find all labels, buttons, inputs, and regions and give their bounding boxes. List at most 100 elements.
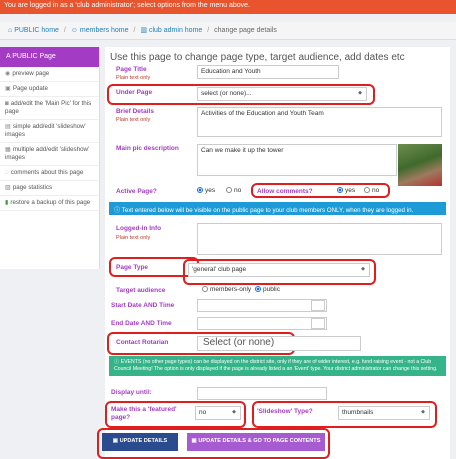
save-icon: ▣ (112, 438, 120, 444)
preview-icon: ◉ (5, 70, 11, 77)
sidebar-item-preview[interactable]: ◉ preview page (0, 67, 99, 82)
sidebar-item-label: Page update (12, 85, 48, 92)
sidebar-item-main-pic[interactable]: ◙ add/edit the 'Main Pic' for this page (0, 97, 99, 120)
plain-text-hint: Plain text only (116, 75, 151, 81)
active-no-radio[interactable]: no (226, 187, 241, 194)
radio-label: no (372, 187, 380, 194)
building-icon: ▥ (140, 27, 148, 34)
main-pic-thumbnail (398, 144, 442, 186)
info-icon: ⓘ (114, 359, 121, 365)
info-text: Text entered below will be visible on th… (121, 207, 414, 214)
page-title-input[interactable]: Education and Youth (197, 65, 339, 79)
select-caret-icon: ◆ (358, 90, 362, 96)
sidebar-item-multiple-slideshow[interactable]: ▦ multiple add/edit 'slideshow' images (0, 143, 99, 166)
public-radio[interactable]: public (255, 286, 280, 293)
radio-label: members-only (210, 286, 252, 293)
brief-details-label: Brief Details (116, 108, 154, 115)
radio-label: no (234, 187, 242, 194)
end-date-input[interactable] (197, 317, 327, 330)
breadcrumb-public-home[interactable]: PUBLIC home (14, 27, 59, 34)
start-date-label: Start Date AND Time (111, 302, 175, 309)
home-icon: ⌂ (8, 27, 13, 34)
brief-details-textarea[interactable]: Activities of the Education and Youth Te… (197, 107, 442, 137)
breadcrumb-current: change page details (214, 27, 277, 34)
update-details-button[interactable]: ▣ UPDATE DETAILS (102, 433, 178, 451)
login-status-bar: You are logged in as a 'club administrat… (0, 0, 456, 14)
comments-yes-radio[interactable]: yes (337, 187, 355, 194)
main-pic-label: Main pic description (116, 145, 179, 152)
sidebar-item-label: preview page (12, 70, 50, 77)
sidebar-item-label: add/edit the 'Main Pic' for this page (5, 100, 92, 115)
sidebar-item-comments[interactable]: ◌ comments about this page (0, 166, 99, 181)
featured-select[interactable]: no ◆ (195, 406, 241, 420)
radio-selected-icon (337, 187, 343, 194)
breadcrumb-members-home[interactable]: members home (80, 27, 129, 34)
active-yes-radio[interactable]: yes (197, 187, 215, 194)
sidebar-item-page-update[interactable]: ▣ Page update (0, 82, 99, 97)
radio-selected-icon (255, 286, 261, 293)
events-note-text: EVENTS (no other page types) can be disp… (114, 359, 438, 372)
active-page-label: Active Page? (116, 188, 157, 195)
logged-in-info-label: Logged-in Info (116, 225, 162, 232)
comment-icon: ◌ (5, 169, 9, 176)
target-audience-label: Target audience (116, 287, 166, 294)
page-details-form: Use this page to change page type, targe… (97, 47, 450, 459)
button-label: UPDATE DETAILS & GO TO PAGE CONTENTS (198, 438, 321, 444)
sidebar-item-label: multiple add/edit 'slideshow' images (5, 146, 90, 161)
button-label: UPDATE DETAILS (119, 438, 168, 444)
members-only-radio[interactable]: members-only (202, 286, 251, 293)
slideshow-multi-icon: ▦ (5, 146, 11, 153)
display-until-label: Display until: (111, 389, 152, 396)
page-update-icon: ▣ (5, 85, 11, 92)
select-caret-icon: ◆ (232, 409, 236, 415)
stats-icon: ▨ (5, 184, 11, 191)
page-title-label: Page Title (116, 66, 147, 73)
end-date-label: End Date AND Time (111, 320, 172, 327)
main-pic-description-textarea[interactable]: Can we make it up the tower (197, 144, 397, 176)
radio-selected-icon (197, 187, 203, 194)
sidebar-item-simple-slideshow[interactable]: ▤ simple add/edit 'slideshow' images (0, 120, 99, 143)
end-date-picker-button[interactable] (311, 318, 325, 329)
page-type-value: 'general' club page (192, 266, 247, 273)
page-type-select[interactable]: 'general' club page ◆ (188, 263, 370, 277)
backup-icon: ▮ (5, 199, 9, 206)
display-until-input[interactable] (197, 387, 327, 400)
slideshow-type-label: 'Slideshow' Type? (257, 408, 313, 415)
sidebar: A PUBLIC Page ◉ preview page ▣ Page update… (0, 47, 100, 269)
sidebar-item-label: restore a backup of this page (10, 199, 91, 206)
users-icon: ☺ (70, 27, 78, 34)
slideshow-type-select[interactable]: thumbnails ◆ (338, 406, 430, 420)
start-date-input[interactable] (197, 299, 327, 312)
breadcrumb-separator: / (133, 27, 136, 34)
logged-in-info-banner: ⓘ Text entered below will be visible on … (109, 202, 446, 215)
page-heading: Use this page to change page type, targe… (110, 52, 405, 63)
sidebar-title: A PUBLIC Page (0, 47, 99, 67)
radio-empty-icon (364, 187, 370, 194)
slideshow-type-value: thumbnails (342, 409, 374, 416)
select-caret-icon: ◆ (421, 409, 425, 415)
camera-icon: ◙ (5, 100, 9, 107)
logged-in-info-textarea[interactable] (197, 223, 442, 255)
update-and-go-button[interactable]: ▣ UPDATE DETAILS & GO TO PAGE CONTENTS (187, 433, 325, 451)
under-page-select[interactable]: select (or none)... ◆ (197, 87, 367, 101)
start-date-picker-button[interactable] (311, 300, 325, 311)
page-type-label: Page Type (116, 264, 149, 271)
breadcrumb: ⌂ PUBLIC home / ☺ members home / ▥ club … (0, 22, 456, 40)
comments-no-radio[interactable]: no (364, 187, 379, 194)
radio-label: yes (205, 187, 216, 194)
featured-label: Make this a 'featured' page? (111, 406, 177, 421)
radio-label: yes (345, 187, 356, 194)
select-caret-icon: ◆ (361, 266, 365, 272)
breadcrumb-club-admin-home[interactable]: club admin home (149, 27, 202, 34)
sidebar-item-label: comments about this page (10, 169, 84, 176)
sidebar-item-statistics[interactable]: ▨ page statistics (0, 181, 99, 196)
plain-text-hint: Plain text only (116, 117, 151, 123)
under-page-label: Under Page (116, 89, 153, 96)
breadcrumb-separator: / (63, 27, 66, 34)
sidebar-item-label: page statistics (12, 184, 53, 191)
slideshow-icon: ▤ (5, 123, 11, 130)
sidebar-item-restore-backup[interactable]: ▮ restore a backup of this page (0, 196, 99, 211)
allow-comments-label: Allow comments? (257, 188, 313, 195)
plain-text-hint: Plain text only (116, 235, 151, 241)
contact-rotarian-select[interactable]: Select (or none) (197, 336, 361, 351)
